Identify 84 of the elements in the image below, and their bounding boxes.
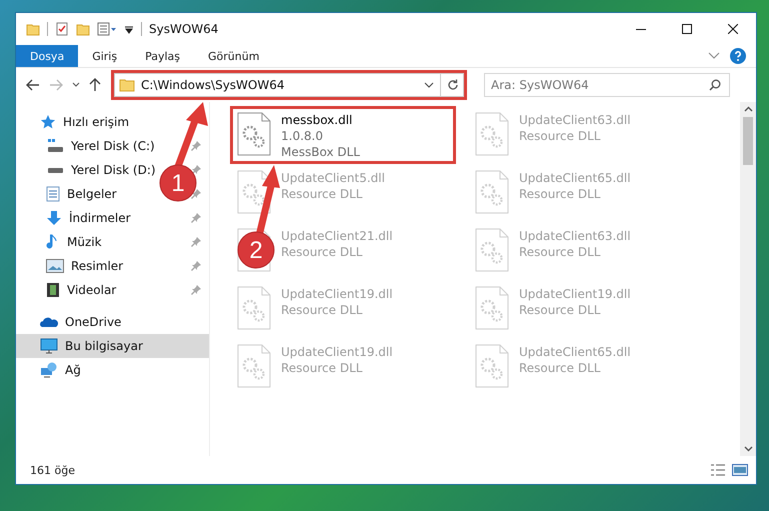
sidebar-label: Yerel Disk (C:): [71, 139, 155, 153]
sidebar-item[interactable]: Resimler: [16, 254, 130, 278]
settings-file-icon: [475, 228, 509, 272]
highlighted-file-tile[interactable]: messbox.dll 1.0.8.0 MessBox DLL: [230, 106, 456, 164]
settings-file-icon: [475, 170, 509, 214]
scrollbar-thumb[interactable]: [743, 117, 753, 165]
file-detail: Resource DLL: [519, 244, 602, 260]
settings-file-icon: [237, 112, 271, 156]
chevron-down-icon[interactable]: [708, 52, 720, 60]
sidebar-item[interactable]: Hızlı erişim: [16, 110, 209, 134]
picture-icon: [46, 259, 64, 273]
address-bar[interactable]: C:\Windows\SysWOW64: [114, 73, 464, 97]
settings-file-icon: [475, 344, 509, 388]
window-title: SysWOW64: [149, 22, 218, 36]
large-icons-view-icon[interactable]: [732, 464, 748, 476]
drive-icon: [46, 166, 64, 174]
refresh-icon[interactable]: [447, 79, 459, 91]
sidebar-label: Videolar: [67, 283, 116, 297]
film-icon: [46, 282, 60, 298]
settings-file-icon: [237, 344, 271, 388]
sidebar-item[interactable]: Videolar: [16, 278, 122, 302]
file-detail: MessBox DLL: [281, 144, 360, 160]
settings-file-icon: [475, 286, 509, 330]
file-detail: Resource DLL: [281, 186, 364, 202]
system-drive-icon: [46, 138, 64, 154]
checklist-icon[interactable]: [55, 22, 69, 36]
file-name[interactable]: messbox.dll: [281, 112, 360, 128]
file-detail: Resource DLL: [281, 302, 364, 318]
item-count: 161 öğe: [30, 464, 75, 476]
file-detail: Resource DLL: [281, 244, 364, 260]
sidebar-label: Yerel Disk (D:): [71, 163, 156, 177]
details-view-icon[interactable]: [710, 464, 726, 476]
close-icon: [728, 24, 738, 34]
search-field[interactable]: Ara: SysWOW64: [484, 73, 730, 97]
sidebar-item[interactable]: OneDrive: [16, 310, 209, 334]
file-detail: Resource DLL: [519, 128, 602, 144]
scrollbar[interactable]: [740, 102, 756, 456]
settings-file-icon: [237, 286, 271, 330]
star-icon: [40, 114, 56, 130]
search-icon: [709, 79, 721, 91]
back-arrow-icon[interactable]: [26, 79, 40, 91]
sidebar-item[interactable]: Müzik: [16, 230, 108, 254]
document-icon: [46, 186, 60, 202]
sidebar-item[interactable]: Yerel Disk (C:): [16, 134, 161, 158]
sidebar-label: Müzik: [67, 235, 102, 249]
dropdown-caret-icon[interactable]: [424, 82, 434, 88]
sidebar-item[interactable]: Belgeler: [16, 182, 123, 206]
ribbon-tab[interactable]: Görünüm: [194, 45, 274, 67]
ribbon-tab[interactable]: Giriş: [78, 45, 132, 67]
recent-locations-caret-icon[interactable]: [72, 82, 80, 88]
cloud-icon: [40, 316, 58, 328]
file-detail: Resource DLL: [519, 186, 602, 202]
maximize-icon: [682, 24, 692, 34]
sidebar-item[interactable]: Bu bilgisayar: [16, 334, 209, 358]
scroll-down-icon[interactable]: [744, 446, 752, 452]
ribbon-tab[interactable]: Paylaş: [131, 45, 194, 67]
settings-file-icon: [237, 170, 271, 214]
sidebar-label: Hızlı erişim: [63, 115, 130, 129]
sidebar-item[interactable]: Yerel Disk (D:): [16, 158, 162, 182]
settings-file-icon: [475, 112, 509, 156]
sidebar-item[interactable]: İndirmeler: [16, 206, 137, 230]
ribbon-tab[interactable]: Dosya: [16, 45, 78, 67]
help-icon[interactable]: [730, 48, 746, 64]
up-arrow-icon[interactable]: [89, 78, 101, 92]
sidebar-label: Ağ: [65, 363, 82, 377]
sidebar-label: İndirmeler: [69, 211, 131, 225]
sidebar-label: Belgeler: [67, 187, 117, 201]
customize-menu-icon[interactable]: [124, 24, 134, 34]
file-detail: Resource DLL: [281, 360, 364, 376]
folder-icon: [119, 78, 135, 92]
sidebar-label: OneDrive: [65, 315, 122, 329]
down-arrow-icon: [46, 210, 62, 226]
file-detail: Resource DLL: [519, 302, 602, 318]
sidebar-label: Resimler: [71, 259, 124, 273]
file-detail: Resource DLL: [519, 360, 602, 376]
sidebar-label: Bu bilgisayar: [65, 339, 144, 353]
sidebar-item[interactable]: Ağ: [16, 358, 209, 382]
file-detail: 1.0.8.0: [281, 128, 324, 144]
properties-icon[interactable]: [97, 22, 117, 36]
step-number-badge: 1: [160, 164, 196, 202]
step-number-badge: 2: [238, 232, 274, 268]
monitor-icon: [40, 338, 58, 354]
network-icon: [40, 362, 58, 378]
scroll-up-icon[interactable]: [744, 106, 752, 112]
